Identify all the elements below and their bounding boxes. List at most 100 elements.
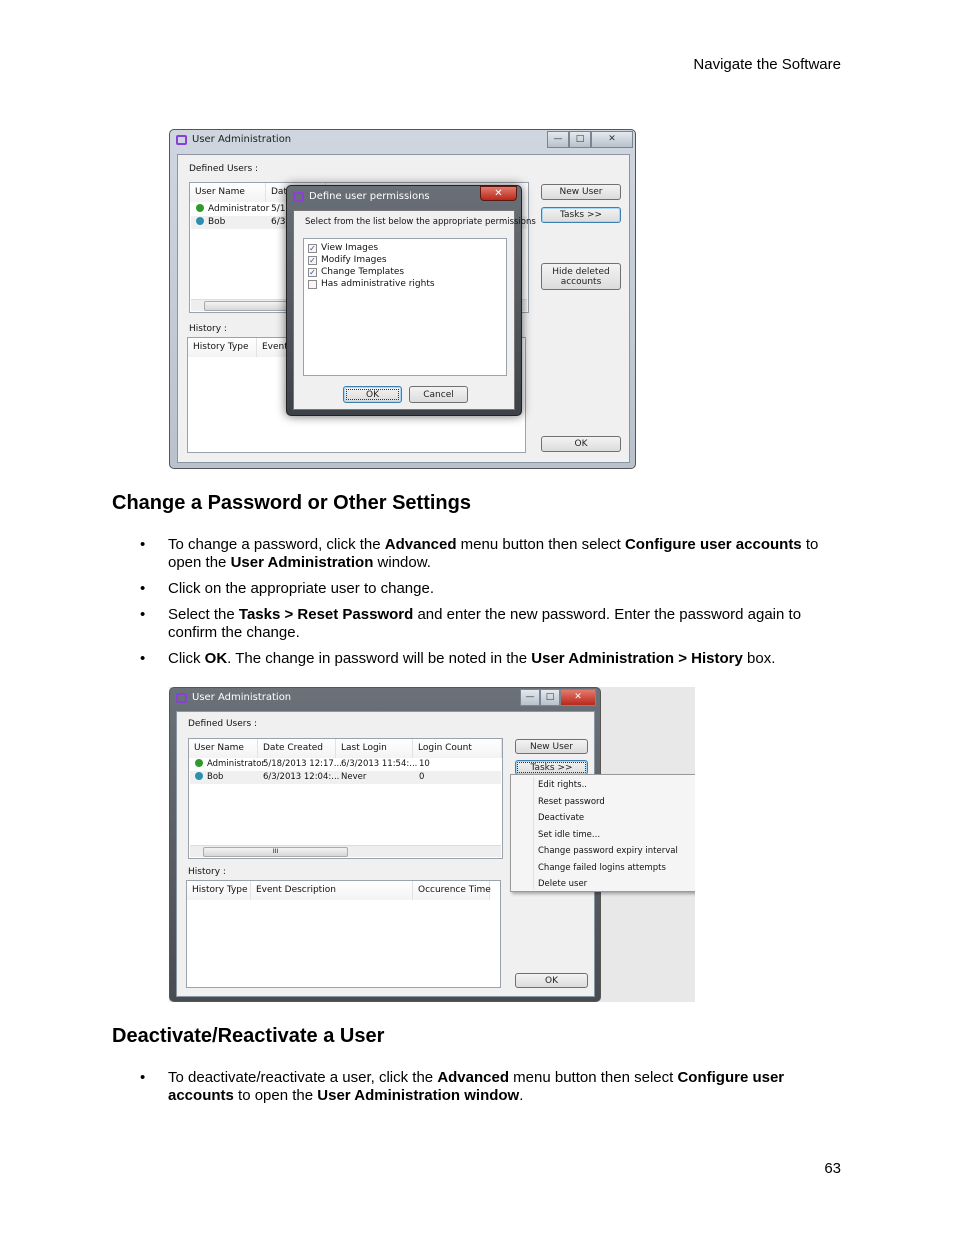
menu-item[interactable]: Reset password (538, 797, 605, 807)
history-list[interactable]: History Type Event Description Occurence… (186, 880, 501, 988)
column-header[interactable]: Last Login (336, 739, 413, 758)
tasks-button[interactable]: Tasks >> (541, 207, 621, 223)
permission-change-templates[interactable]: ✓ Change Templates (308, 266, 506, 278)
menu-item[interactable]: Deactivate (538, 813, 584, 823)
bullet-item: To change a password, click the Advanced… (140, 536, 840, 572)
text: box. (742, 650, 776, 667)
defined-users-label: Defined Users : (189, 164, 259, 174)
dialog-ok-button[interactable]: OK (343, 386, 402, 403)
running-header: Navigate the Software (693, 56, 841, 73)
text: . (519, 1087, 524, 1104)
bold-term: Advanced (384, 536, 457, 553)
permission-admin-rights[interactable]: Has administrative rights (308, 278, 506, 290)
column-header[interactable]: User Name (189, 739, 258, 758)
column-header[interactable]: Event Description (251, 881, 413, 900)
minimize-button[interactable]: — (547, 131, 569, 148)
table-row[interactable]: Bob 6/3/2013 12:04:... Never 0 (190, 771, 501, 784)
check-icon (196, 204, 204, 212)
checkbox[interactable] (308, 279, 317, 289)
dialog-close-button[interactable]: ✕ (480, 186, 517, 201)
user-name: Bob (207, 772, 224, 782)
text: window. (373, 554, 431, 571)
scroll-thumb[interactable]: III (203, 847, 348, 857)
menu-item[interactable]: Edit rights.. (538, 780, 587, 790)
tasks-menu: Edit rights.. Reset password Deactivate Set… (510, 774, 695, 892)
checkbox[interactable]: ✓ (308, 243, 317, 253)
bold-term: User Administration window (317, 1087, 520, 1104)
login-count: 0 (419, 772, 425, 782)
window-title: User Administration (192, 692, 292, 703)
text: menu button then select (456, 536, 625, 553)
horizontal-scrollbar[interactable]: III (190, 845, 501, 857)
date-created: 6/3/2013 12:04:... (263, 772, 340, 782)
app-icon (176, 134, 187, 145)
close-button[interactable]: ✕ (560, 689, 596, 706)
column-header[interactable]: Login Count (413, 739, 502, 758)
users-list[interactable]: User Name Date Created Last Login Login … (188, 738, 503, 859)
screenshot-user-admin-permissions: User Administration — □ ✕ Defined Users … (169, 129, 636, 469)
defined-users-label: Defined Users : (188, 719, 258, 729)
dialog-instruction: Select from the list below the appropria… (305, 217, 536, 227)
column-header[interactable]: History Type (188, 338, 257, 357)
table-row[interactable]: Administrator 5/18/2013 12:17... 6/3/201… (190, 758, 501, 771)
menu-item[interactable]: Delete user (538, 879, 587, 889)
column-header[interactable]: User Name (190, 183, 266, 202)
define-permissions-dialog: Define user permissions ✕ Select from th… (286, 185, 536, 416)
permission-label: View Images (321, 243, 379, 253)
permission-label: Modify Images (321, 255, 387, 265)
user-admin-window: User Administration — □ ✕ Defined Users … (169, 129, 636, 469)
maximize-button[interactable]: □ (540, 689, 560, 706)
menu-item[interactable]: Change password expiry interval (538, 846, 678, 856)
ok-button[interactable]: OK (515, 973, 588, 988)
text: menu button then select (509, 1069, 678, 1086)
check-icon (195, 759, 203, 767)
bold-term: User Administration > History (531, 650, 743, 667)
date-created: 5/1 (271, 204, 286, 214)
bullet-item: Click OK. The change in password will be… (140, 650, 840, 668)
column-header[interactable]: History Type (187, 881, 251, 900)
permission-label: Change Templates (321, 267, 405, 277)
text: Click on the appropriate user to change. (168, 580, 434, 597)
text: Select the (168, 606, 239, 623)
hide-deleted-accounts-button[interactable]: Hide deleted accounts (541, 263, 621, 290)
menu-item[interactable]: Set idle time... (538, 830, 600, 840)
user-name: Bob (208, 217, 226, 227)
bullet-item: Click on the appropriate user to change. (140, 580, 840, 598)
permission-modify-images[interactable]: ✓ Modify Images (308, 254, 506, 266)
dialog-title-bar: Define user permissions (293, 191, 430, 202)
user-name: Administrator (208, 204, 270, 214)
close-button[interactable]: ✕ (591, 131, 633, 148)
minimize-button[interactable]: — (520, 689, 540, 706)
bullet-list: To change a password, click the Advanced… (140, 536, 840, 676)
checkbox[interactable]: ✓ (308, 255, 317, 265)
app-icon (176, 692, 187, 703)
last-login: 6/3/2013 11:54:... (341, 759, 418, 769)
title-bar: User Administration (176, 134, 291, 145)
maximize-button[interactable]: □ (569, 131, 591, 148)
tasks-button[interactable]: Tasks >> (515, 760, 588, 775)
bold-term: Configure user accounts (624, 536, 802, 553)
title-bar: User Administration (176, 692, 291, 703)
menu-item[interactable]: Change failed logins attempts (538, 863, 666, 873)
ok-button[interactable]: OK (541, 436, 621, 452)
window-title: User Administration (192, 134, 292, 145)
text: To change a password, click the (168, 536, 385, 553)
bullet-item: To deactivate/reactivate a user, click t… (140, 1069, 840, 1105)
bullet-item: Select the Tasks > Reset Password and en… (140, 606, 840, 642)
text: to open the (233, 1087, 318, 1104)
column-header[interactable]: Date Created (258, 739, 336, 758)
history-label: History : (189, 324, 227, 334)
date-created: 6/3 (271, 217, 286, 227)
permissions-list: ✓ View Images ✓ Modify Images ✓ Change Temp… (303, 238, 507, 376)
section-heading: Deactivate/Reactivate a User (112, 1025, 385, 1047)
permission-view-images[interactable]: ✓ View Images (308, 242, 506, 254)
dialog-cancel-button[interactable]: Cancel (409, 386, 468, 403)
new-user-button[interactable]: New User (515, 739, 588, 754)
new-user-button[interactable]: New User (541, 184, 621, 200)
column-header[interactable]: Occurence Time (413, 881, 491, 900)
checkbox[interactable]: ✓ (308, 267, 317, 277)
bold-term: OK (204, 650, 228, 667)
user-name: Administrator (207, 759, 265, 769)
bold-term: Advanced (437, 1069, 510, 1086)
check-icon (196, 217, 204, 225)
